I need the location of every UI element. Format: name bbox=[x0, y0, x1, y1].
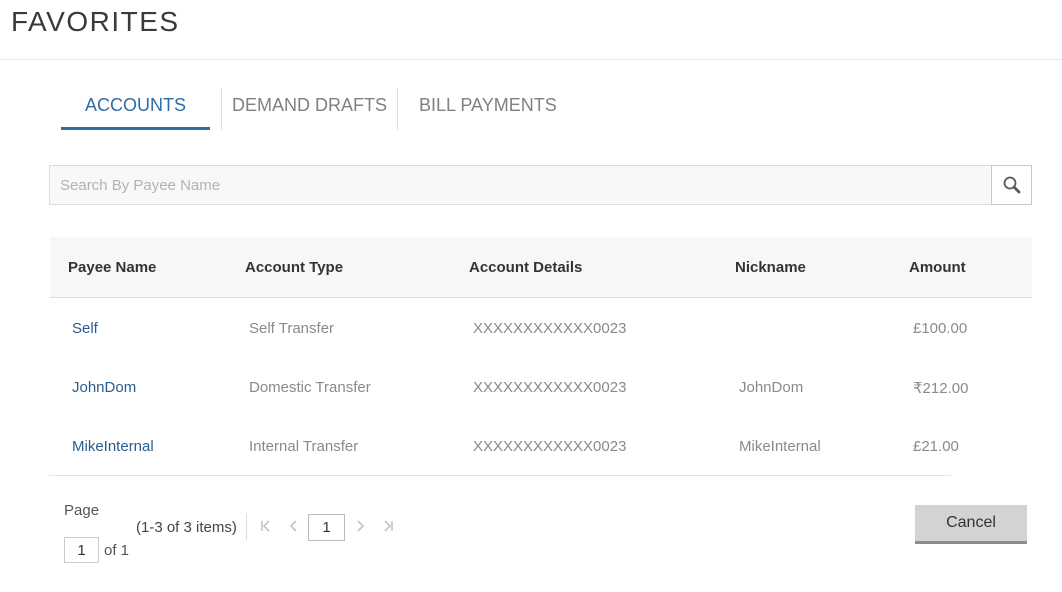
favorites-table: Payee Name Account Type Account Details … bbox=[50, 237, 1032, 475]
pagination-divider bbox=[246, 513, 247, 540]
payee-name-link[interactable]: JohnDom bbox=[72, 379, 136, 396]
nickname: JohnDom bbox=[739, 379, 804, 396]
items-count-label: (1-3 of 3 items) bbox=[136, 519, 237, 536]
next-page-icon[interactable] bbox=[354, 519, 366, 536]
header-nickname: Nickname bbox=[735, 259, 806, 276]
last-page-icon[interactable] bbox=[382, 519, 394, 536]
page-title: FAVORITES bbox=[11, 6, 180, 37]
search-icon bbox=[1003, 176, 1020, 194]
table-row: MikeInternal Internal Transfer XXXXXXXXX… bbox=[50, 416, 1032, 475]
account-details: XXXXXXXXXXXX0023 bbox=[473, 320, 627, 337]
search-bar bbox=[49, 165, 1032, 205]
account-type: Internal Transfer bbox=[249, 438, 359, 455]
page-label: Page bbox=[64, 502, 100, 519]
table-row: Self Self Transfer XXXXXXXXXXXX0023 £100… bbox=[50, 298, 1032, 357]
nickname: MikeInternal bbox=[739, 438, 821, 455]
table-row: JohnDom Domestic Transfer XXXXXXXXXXXX00… bbox=[50, 357, 1032, 416]
account-type: Domestic Transfer bbox=[249, 379, 371, 396]
first-page-icon[interactable] bbox=[260, 519, 272, 536]
amount: ₹212.00 bbox=[913, 380, 969, 397]
search-button[interactable] bbox=[991, 165, 1032, 205]
table-divider bbox=[49, 475, 951, 476]
payee-name-link[interactable]: MikeInternal bbox=[72, 438, 154, 455]
payee-name-link[interactable]: Self bbox=[72, 320, 98, 337]
current-page: 1 bbox=[308, 514, 345, 541]
account-details: XXXXXXXXXXXX0023 bbox=[473, 379, 627, 396]
header-account-type: Account Type bbox=[245, 259, 344, 276]
header-payee-name: Payee Name bbox=[68, 259, 157, 276]
tab-bar: ACCOUNTS DEMAND DRAFTS BILL PAYMENTS bbox=[61, 86, 567, 130]
prev-page-icon[interactable] bbox=[288, 519, 300, 536]
account-type: Self Transfer bbox=[249, 320, 335, 337]
account-details: XXXXXXXXXXXX0023 bbox=[473, 438, 627, 455]
amount: £100.00 bbox=[913, 320, 968, 337]
header-amount: Amount bbox=[909, 259, 966, 276]
amount: £21.00 bbox=[913, 438, 959, 455]
table-header: Payee Name Account Type Account Details … bbox=[50, 237, 1032, 298]
page-of-label: of 1 bbox=[104, 542, 130, 559]
tab-demand-drafts[interactable]: DEMAND DRAFTS bbox=[222, 86, 397, 130]
cancel-button[interactable]: Cancel bbox=[915, 505, 1027, 544]
search-input[interactable] bbox=[49, 165, 991, 205]
tab-bill-payments[interactable]: BILL PAYMENTS bbox=[398, 86, 567, 130]
header-account-details: Account Details bbox=[469, 259, 583, 276]
page-header: FAVORITES bbox=[0, 0, 1062, 60]
page-number-input[interactable] bbox=[64, 537, 99, 563]
tab-accounts[interactable]: ACCOUNTS bbox=[61, 86, 210, 130]
